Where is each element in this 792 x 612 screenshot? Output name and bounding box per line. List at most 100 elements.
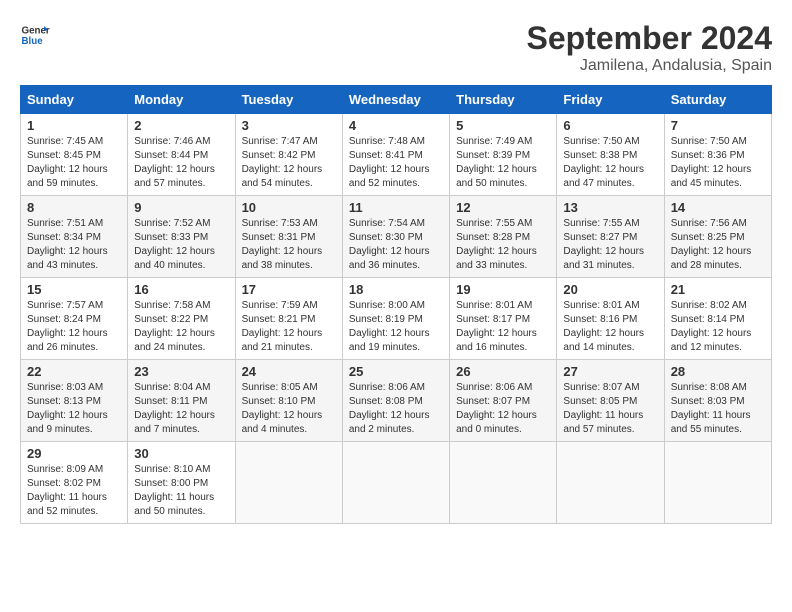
calendar-cell: 23 Sunrise: 8:04 AMSunset: 8:11 PMDayligh… bbox=[128, 360, 235, 442]
calendar-cell: 17 Sunrise: 7:59 AMSunset: 8:21 PMDayligh… bbox=[235, 278, 342, 360]
calendar-week-1: 1 Sunrise: 7:45 AMSunset: 8:45 PMDaylight… bbox=[21, 114, 772, 196]
calendar-cell: 19 Sunrise: 8:01 AMSunset: 8:17 PMDayligh… bbox=[450, 278, 557, 360]
day-detail: Sunrise: 8:04 AMSunset: 8:11 PMDaylight:… bbox=[134, 382, 215, 435]
day-number: 18 bbox=[349, 282, 443, 297]
calendar-cell: 21 Sunrise: 8:02 AMSunset: 8:14 PMDayligh… bbox=[664, 278, 771, 360]
calendar-cell: 28 Sunrise: 8:08 AMSunset: 8:03 PMDayligh… bbox=[664, 360, 771, 442]
calendar-cell: 24 Sunrise: 8:05 AMSunset: 8:10 PMDayligh… bbox=[235, 360, 342, 442]
svg-text:Blue: Blue bbox=[22, 36, 44, 47]
day-detail: Sunrise: 7:45 AMSunset: 8:45 PMDaylight:… bbox=[27, 136, 108, 189]
day-detail: Sunrise: 8:10 AMSunset: 8:00 PMDaylight:… bbox=[134, 464, 214, 517]
calendar-cell: 27Sunrise: 8:07 AMSunset: 8:05 PMDayligh… bbox=[557, 360, 664, 442]
day-number: 17 bbox=[242, 282, 336, 297]
day-detail: Sunrise: 8:06 AMSunset: 8:08 PMDaylight:… bbox=[349, 382, 430, 435]
day-detail: Sunrise: 7:46 AMSunset: 8:44 PMDaylight:… bbox=[134, 136, 215, 189]
calendar-cell: 9Sunrise: 7:52 AMSunset: 8:33 PMDaylight… bbox=[128, 196, 235, 278]
calendar-cell bbox=[342, 442, 449, 524]
day-detail: Sunrise: 7:48 AMSunset: 8:41 PMDaylight:… bbox=[349, 136, 430, 189]
calendar-week-3: 15 Sunrise: 7:57 AMSunset: 8:24 PMDayligh… bbox=[21, 278, 772, 360]
day-number: 27 bbox=[563, 364, 657, 379]
calendar-cell: 30 Sunrise: 8:10 AMSunset: 8:00 PMDayligh… bbox=[128, 442, 235, 524]
day-detail: Sunrise: 7:55 AMSunset: 8:27 PMDaylight:… bbox=[563, 218, 644, 271]
day-detail: Sunrise: 8:08 AMSunset: 8:03 PMDaylight:… bbox=[671, 382, 751, 435]
calendar-week-5: 29 Sunrise: 8:09 AMSunset: 8:02 PMDayligh… bbox=[21, 442, 772, 524]
day-number: 25 bbox=[349, 364, 443, 379]
day-detail: Sunrise: 8:05 AMSunset: 8:10 PMDaylight:… bbox=[242, 382, 323, 435]
day-number: 13 bbox=[563, 200, 657, 215]
calendar-cell: 16 Sunrise: 7:58 AMSunset: 8:22 PMDayligh… bbox=[128, 278, 235, 360]
calendar-cell: 25 Sunrise: 8:06 AMSunset: 8:08 PMDayligh… bbox=[342, 360, 449, 442]
day-detail: Sunrise: 7:53 AMSunset: 8:31 PMDaylight:… bbox=[242, 218, 323, 271]
day-number: 4 bbox=[349, 118, 443, 133]
day-detail: Sunrise: 8:01 AMSunset: 8:17 PMDaylight:… bbox=[456, 300, 537, 353]
day-number: 16 bbox=[134, 282, 228, 297]
weekday-saturday: Saturday bbox=[664, 86, 771, 114]
day-detail: Sunrise: 7:55 AMSunset: 8:28 PMDaylight:… bbox=[456, 218, 537, 271]
day-number: 6 bbox=[563, 118, 657, 133]
day-detail: Sunrise: 8:01 AMSunset: 8:16 PMDaylight:… bbox=[563, 300, 644, 353]
calendar-cell: 4 Sunrise: 7:48 AMSunset: 8:41 PMDaylight… bbox=[342, 114, 449, 196]
day-number: 10 bbox=[242, 200, 336, 215]
calendar-cell: 18 Sunrise: 8:00 AMSunset: 8:19 PMDayligh… bbox=[342, 278, 449, 360]
weekday-thursday: Thursday bbox=[450, 86, 557, 114]
calendar-week-4: 22Sunrise: 8:03 AMSunset: 8:13 PMDayligh… bbox=[21, 360, 772, 442]
weekday-monday: Monday bbox=[128, 86, 235, 114]
calendar-cell: 15 Sunrise: 7:57 AMSunset: 8:24 PMDayligh… bbox=[21, 278, 128, 360]
calendar-cell bbox=[235, 442, 342, 524]
weekday-wednesday: Wednesday bbox=[342, 86, 449, 114]
title-block: September 2024 Jamilena, Andalusia, Spai… bbox=[527, 20, 772, 75]
day-number: 15 bbox=[27, 282, 121, 297]
day-number: 26 bbox=[456, 364, 550, 379]
day-detail: Sunrise: 8:03 AMSunset: 8:13 PMDaylight:… bbox=[27, 382, 108, 435]
calendar-cell: 12 Sunrise: 7:55 AMSunset: 8:28 PMDayligh… bbox=[450, 196, 557, 278]
weekday-tuesday: Tuesday bbox=[235, 86, 342, 114]
calendar-cell: 20 Sunrise: 8:01 AMSunset: 8:16 PMDayligh… bbox=[557, 278, 664, 360]
day-number: 30 bbox=[134, 446, 228, 461]
calendar-cell: 2 Sunrise: 7:46 AMSunset: 8:44 PMDaylight… bbox=[128, 114, 235, 196]
calendar-cell: 29 Sunrise: 8:09 AMSunset: 8:02 PMDayligh… bbox=[21, 442, 128, 524]
day-number: 20 bbox=[563, 282, 657, 297]
day-number: 14 bbox=[671, 200, 765, 215]
day-number: 19 bbox=[456, 282, 550, 297]
day-number: 7 bbox=[671, 118, 765, 133]
calendar-cell: 10 Sunrise: 7:53 AMSunset: 8:31 PMDayligh… bbox=[235, 196, 342, 278]
weekday-header-row: SundayMondayTuesdayWednesdayThursdayFrid… bbox=[21, 86, 772, 114]
day-detail: Sunrise: 7:49 AMSunset: 8:39 PMDaylight:… bbox=[456, 136, 537, 189]
logo: General Blue bbox=[20, 20, 50, 50]
day-number: 23 bbox=[134, 364, 228, 379]
day-detail: Sunrise: 7:52 AMSunset: 8:33 PMDaylight:… bbox=[134, 218, 215, 271]
page-header: General Blue September 2024 Jamilena, An… bbox=[20, 20, 772, 75]
calendar-cell: 7 Sunrise: 7:50 AMSunset: 8:36 PMDaylight… bbox=[664, 114, 771, 196]
day-number: 21 bbox=[671, 282, 765, 297]
calendar-table: SundayMondayTuesdayWednesdayThursdayFrid… bbox=[20, 85, 772, 524]
day-detail: Sunrise: 7:58 AMSunset: 8:22 PMDaylight:… bbox=[134, 300, 215, 353]
calendar-cell: 11Sunrise: 7:54 AMSunset: 8:30 PMDayligh… bbox=[342, 196, 449, 278]
day-detail: Sunrise: 7:50 AMSunset: 8:36 PMDaylight:… bbox=[671, 136, 752, 189]
day-detail: Sunrise: 7:59 AMSunset: 8:21 PMDaylight:… bbox=[242, 300, 323, 353]
day-number: 29 bbox=[27, 446, 121, 461]
calendar-cell: 6Sunrise: 7:50 AMSunset: 8:38 PMDaylight… bbox=[557, 114, 664, 196]
calendar-cell: 8Sunrise: 7:51 AMSunset: 8:34 PMDaylight… bbox=[21, 196, 128, 278]
weekday-sunday: Sunday bbox=[21, 86, 128, 114]
calendar-cell: 3 Sunrise: 7:47 AMSunset: 8:42 PMDaylight… bbox=[235, 114, 342, 196]
calendar-cell: 26Sunrise: 8:06 AMSunset: 8:07 PMDayligh… bbox=[450, 360, 557, 442]
day-number: 1 bbox=[27, 118, 121, 133]
day-number: 3 bbox=[242, 118, 336, 133]
day-detail: Sunrise: 7:47 AMSunset: 8:42 PMDaylight:… bbox=[242, 136, 323, 189]
day-number: 2 bbox=[134, 118, 228, 133]
day-number: 28 bbox=[671, 364, 765, 379]
calendar-cell: 13 Sunrise: 7:55 AMSunset: 8:27 PMDayligh… bbox=[557, 196, 664, 278]
weekday-friday: Friday bbox=[557, 86, 664, 114]
day-number: 12 bbox=[456, 200, 550, 215]
day-detail: Sunrise: 7:51 AMSunset: 8:34 PMDaylight:… bbox=[27, 218, 108, 271]
day-detail: Sunrise: 8:09 AMSunset: 8:02 PMDaylight:… bbox=[27, 464, 107, 517]
day-detail: Sunrise: 8:02 AMSunset: 8:14 PMDaylight:… bbox=[671, 300, 752, 353]
month-title: September 2024 bbox=[527, 20, 772, 57]
day-number: 24 bbox=[242, 364, 336, 379]
day-detail: Sunrise: 7:54 AMSunset: 8:30 PMDaylight:… bbox=[349, 218, 430, 271]
day-detail: Sunrise: 8:00 AMSunset: 8:19 PMDaylight:… bbox=[349, 300, 430, 353]
day-detail: Sunrise: 7:57 AMSunset: 8:24 PMDaylight:… bbox=[27, 300, 108, 353]
logo-icon: General Blue bbox=[20, 20, 50, 50]
svg-text:General: General bbox=[22, 26, 51, 37]
day-number: 5 bbox=[456, 118, 550, 133]
